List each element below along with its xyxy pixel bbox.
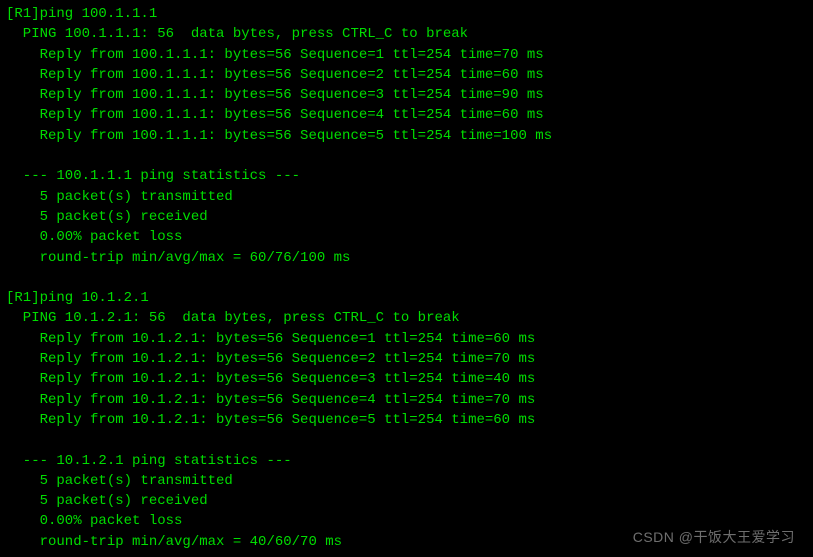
terminal-output: [R1]ping 100.1.1.1 PING 100.1.1.1: 56 da…	[6, 4, 807, 552]
ping-reply-line: Reply from 10.1.2.1: bytes=56 Sequence=2…	[6, 349, 807, 369]
ping-stats-header: --- 100.1.1.1 ping statistics ---	[6, 166, 807, 186]
ping-command-line: [R1]ping 100.1.1.1	[6, 4, 807, 24]
ping-reply-line: Reply from 10.1.2.1: bytes=56 Sequence=1…	[6, 329, 807, 349]
ping-command-line: [R1]ping 10.1.2.1	[6, 288, 807, 308]
ping-reply-line: Reply from 100.1.1.1: bytes=56 Sequence=…	[6, 105, 807, 125]
ping-stats-line: 5 packet(s) transmitted	[6, 187, 807, 207]
ping-reply-line: Reply from 10.1.2.1: bytes=56 Sequence=5…	[6, 410, 807, 430]
blank-line	[6, 146, 807, 166]
ping-reply-line: Reply from 100.1.1.1: bytes=56 Sequence=…	[6, 45, 807, 65]
watermark-text: CSDN @干饭大王爱学习	[633, 527, 795, 547]
blank-line	[6, 430, 807, 450]
blank-line	[6, 268, 807, 288]
ping-stats-line: 0.00% packet loss	[6, 227, 807, 247]
ping-reply-line: Reply from 10.1.2.1: bytes=56 Sequence=3…	[6, 369, 807, 389]
ping-reply-line: Reply from 100.1.1.1: bytes=56 Sequence=…	[6, 85, 807, 105]
ping-stats-line: round-trip min/avg/max = 60/76/100 ms	[6, 248, 807, 268]
ping-header-line: PING 10.1.2.1: 56 data bytes, press CTRL…	[6, 308, 807, 328]
ping-stats-line: 5 packet(s) received	[6, 491, 807, 511]
ping-stats-line: 5 packet(s) received	[6, 207, 807, 227]
ping-stats-line: 5 packet(s) transmitted	[6, 471, 807, 491]
ping-stats-header: --- 10.1.2.1 ping statistics ---	[6, 451, 807, 471]
ping-header-line: PING 100.1.1.1: 56 data bytes, press CTR…	[6, 24, 807, 44]
ping-reply-line: Reply from 100.1.1.1: bytes=56 Sequence=…	[6, 126, 807, 146]
ping-reply-line: Reply from 10.1.2.1: bytes=56 Sequence=4…	[6, 390, 807, 410]
ping-reply-line: Reply from 100.1.1.1: bytes=56 Sequence=…	[6, 65, 807, 85]
